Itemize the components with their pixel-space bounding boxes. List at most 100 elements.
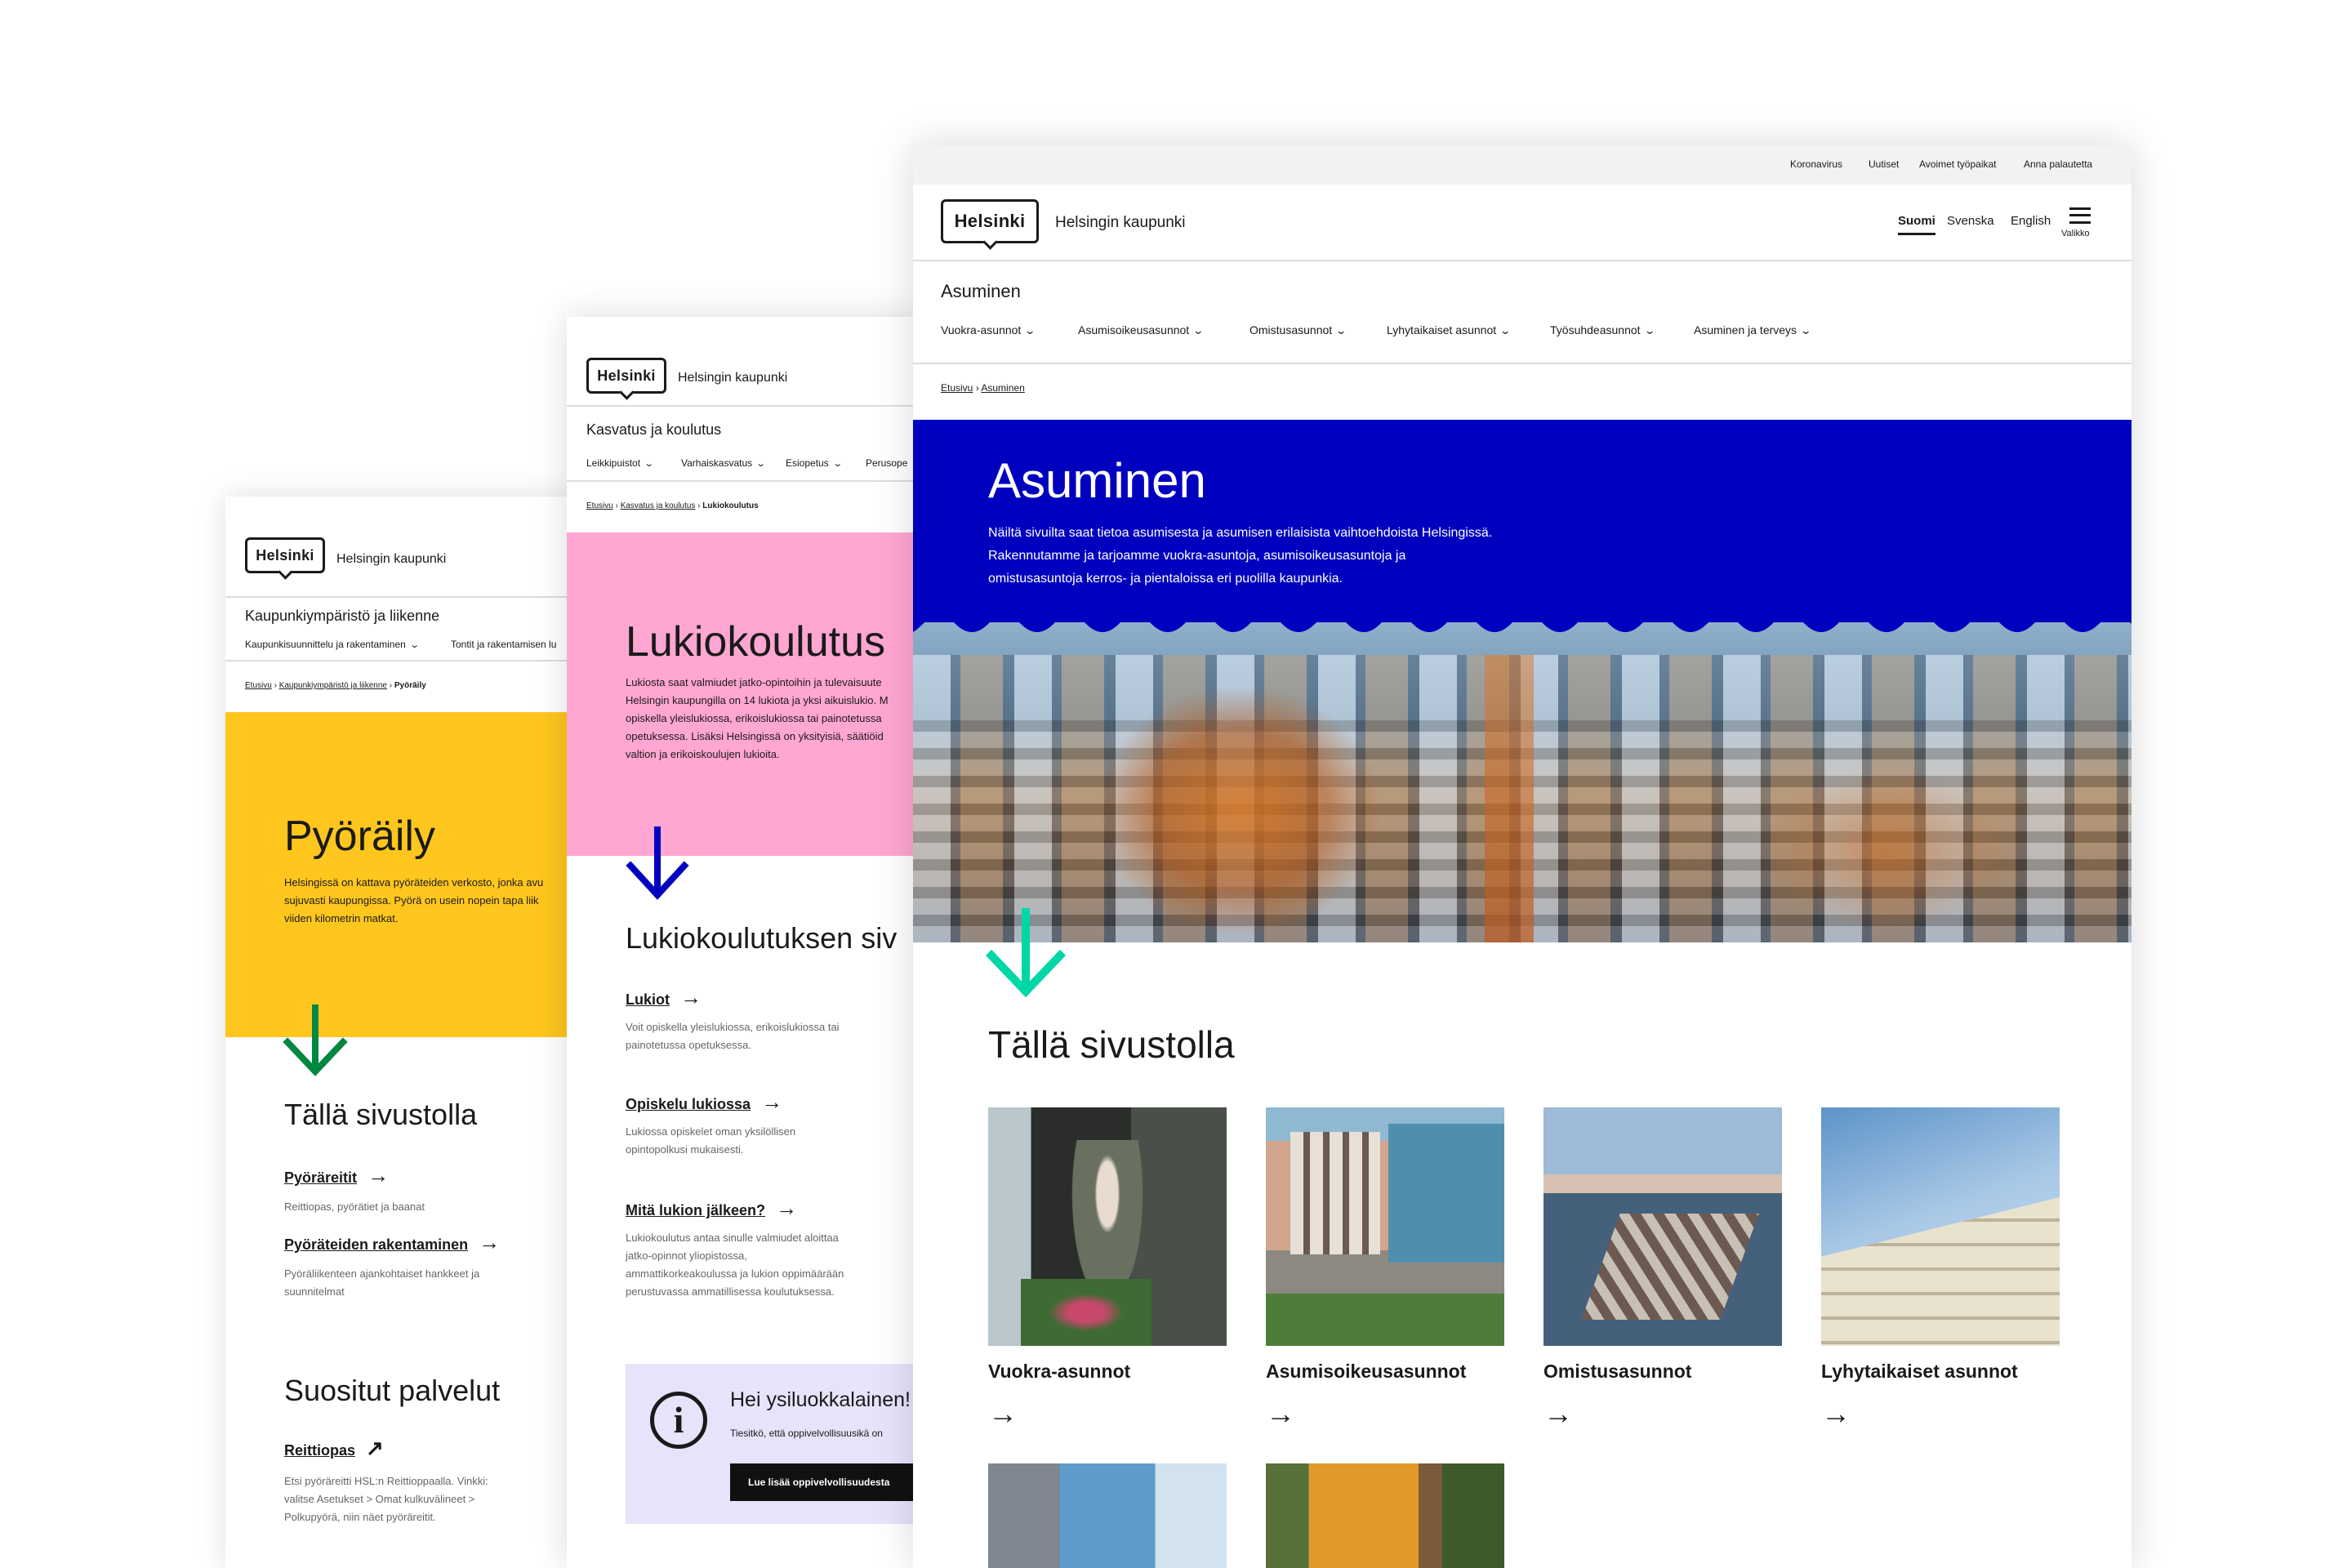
helsinki-logo[interactable]: Helsinki bbox=[245, 537, 325, 573]
helsinki-logo[interactable]: Helsinki bbox=[586, 358, 666, 394]
nav-item[interactable]: Kaupunkisuunnittelu ja rakentaminen ⌄ bbox=[245, 639, 420, 650]
notice-box: i Hei ysiluokkalainen! Tiesitkö, että op… bbox=[626, 1364, 926, 1524]
chevron-down-icon: ⌄ bbox=[1499, 325, 1512, 336]
nav-item[interactable]: Asumisoikeusasunnot ⌄ bbox=[1078, 323, 1205, 336]
breadcrumb-link[interactable]: Kasvatus ja koulutus bbox=[621, 501, 696, 510]
arrow-right-icon[interactable]: → bbox=[1266, 1396, 1295, 1431]
divider bbox=[225, 660, 585, 662]
nav-item[interactable]: Vuokra-asunnot ⌄ bbox=[941, 323, 1037, 336]
top-link[interactable]: Koronavirus bbox=[1790, 158, 1842, 170]
tile-label[interactable]: Vuokra-asunnot bbox=[988, 1361, 1130, 1383]
nav-item[interactable]: Esiopetus ⌄ bbox=[786, 457, 843, 469]
lang-sv[interactable]: Svenska bbox=[1947, 214, 1994, 228]
city-name: Helsingin kaupunki bbox=[336, 552, 447, 566]
nav-label: Omistusasunnot bbox=[1250, 323, 1333, 336]
arrow-right-icon: → bbox=[368, 1163, 390, 1187]
chevron-down-icon: ⌄ bbox=[831, 459, 843, 469]
link-desc: Voit opiskella yleislukiossa, erikoisluk… bbox=[626, 1021, 840, 1033]
hero-banner: Lukiokoulutus Lukiosta saat valmiudet ja… bbox=[567, 532, 926, 856]
link-item[interactable]: Pyöräreitit → bbox=[284, 1163, 389, 1188]
city-name: Helsingin kaupunki bbox=[678, 371, 788, 385]
link-desc: Lukiokoulutus antaa sinulle valmiudet al… bbox=[626, 1232, 839, 1244]
lead-line: omistusasuntoja kerros- ja pientaloissa … bbox=[988, 572, 1343, 586]
nav-item[interactable]: Lyhytaikaiset asunnot ⌄ bbox=[1387, 323, 1512, 336]
arrow-down-icon bbox=[985, 908, 1067, 998]
arrow-down-icon bbox=[626, 826, 689, 900]
chevron-down-icon: ⌄ bbox=[644, 459, 654, 469]
tile-label[interactable]: Lyhytaikaiset asunnot bbox=[1821, 1361, 2018, 1383]
nav-item[interactable]: Työsuhdeasunnot ⌄ bbox=[1550, 323, 1655, 336]
nav-item[interactable]: Tontit ja rakentamisen lu bbox=[451, 639, 556, 650]
section-title[interactable]: Kasvatus ja koulutus bbox=[586, 421, 721, 439]
link-item[interactable]: Pyöräteiden rakentaminen → bbox=[284, 1230, 500, 1255]
nav-label: Kaupunkisuunnittelu ja rakentaminen bbox=[245, 639, 406, 650]
link-desc: jatko-opinnot yliopistossa, bbox=[626, 1250, 747, 1262]
tile-photo-6[interactable] bbox=[1266, 1463, 1504, 1568]
link-desc: opintopolkusi mukaisesti. bbox=[626, 1143, 744, 1156]
page-title: Asuminen bbox=[988, 453, 1206, 508]
chevron-down-icon: ⌄ bbox=[1799, 325, 1812, 336]
lang-en[interactable]: English bbox=[2011, 214, 2051, 228]
breadcrumb-link[interactable]: Etusivu bbox=[941, 382, 973, 394]
tile-photo-lyhytaikaiset[interactable] bbox=[1821, 1107, 2060, 1346]
lead-line: opiskella yleislukiossa, erikoislukiossa… bbox=[626, 712, 882, 724]
page-title: Lukiokoulutus bbox=[626, 618, 885, 666]
read-more-button[interactable]: Lue lisää oppivelvollisuudesta bbox=[730, 1463, 926, 1501]
link-desc: perustuvassa ammatillisessa koulutuksess… bbox=[626, 1285, 835, 1298]
chevron-down-icon: ⌄ bbox=[1024, 325, 1037, 336]
nav-item[interactable]: Varhaiskasvatus ⌄ bbox=[681, 457, 766, 469]
tile-label[interactable]: Asumisoikeusasunnot bbox=[1266, 1361, 1466, 1383]
nav-item[interactable]: Omistusasunnot ⌄ bbox=[1250, 323, 1348, 336]
section-title[interactable]: Kaupunkiympäristö ja liikenne bbox=[245, 608, 439, 625]
arrow-right-icon: → bbox=[776, 1196, 798, 1220]
link-item[interactable]: Reittiopas ↗ bbox=[284, 1436, 384, 1461]
nav-label: Vuokra-asunnot bbox=[941, 323, 1022, 336]
tile-photo-asumisoikeus[interactable] bbox=[1266, 1107, 1504, 1346]
lead-line: opetuksessa. Lisäksi Helsingissä on yksi… bbox=[626, 730, 884, 742]
helsinki-logo[interactable]: Helsinki bbox=[941, 199, 1039, 243]
section-heading: Tällä sivustolla bbox=[284, 1098, 478, 1131]
top-utility-bar: Koronavirus Uutiset Avoimet työpaikat An… bbox=[913, 145, 2132, 185]
tile-photo-5[interactable] bbox=[988, 1463, 1227, 1568]
divider bbox=[567, 405, 926, 407]
section-heading: Lukiokoulutuksen siv bbox=[626, 921, 898, 955]
tile-photo-vuokra[interactable] bbox=[988, 1107, 1227, 1346]
link-item[interactable]: Mitä lukion jälkeen? → bbox=[626, 1196, 797, 1221]
tile-label[interactable]: Omistusasunnot bbox=[1544, 1361, 1691, 1383]
nav-item[interactable]: Leikkipuistot ⌄ bbox=[586, 457, 654, 469]
breadcrumb-current: Lukiokoulutus bbox=[702, 501, 759, 510]
link-desc: ammattikorkeakoulussa ja lukion oppimäär… bbox=[626, 1267, 844, 1280]
breadcrumb-current: Pyöräily bbox=[394, 681, 426, 690]
hamburger-icon bbox=[2069, 207, 2091, 224]
arrow-right-icon[interactable]: → bbox=[1544, 1396, 1573, 1431]
link-label: Pyöräteiden rakentaminen bbox=[284, 1236, 469, 1253]
page-preview-lukiokoulutus: Helsinki Helsingin kaupunki Kasvatus ja … bbox=[567, 317, 926, 1568]
arrow-right-icon[interactable]: → bbox=[1821, 1396, 1851, 1431]
link-label: Opiskelu lukiossa bbox=[626, 1096, 751, 1112]
menu-button[interactable]: Valikko bbox=[2061, 206, 2094, 247]
breadcrumb-link[interactable]: Etusivu bbox=[245, 681, 272, 690]
top-link[interactable]: Anna palautetta bbox=[2024, 158, 2092, 170]
lead-line: Lukiosta saat valmiudet jatko-opintoihin… bbox=[626, 676, 882, 688]
top-link[interactable]: Uutiset bbox=[1869, 158, 1899, 170]
top-link[interactable]: Avoimet työpaikat bbox=[1919, 158, 1997, 170]
link-item[interactable]: Lukiot → bbox=[626, 985, 702, 1010]
breadcrumb-link[interactable]: Kaupunkiympäristö ja liikenne bbox=[279, 681, 387, 690]
breadcrumb-link[interactable]: Etusivu bbox=[586, 501, 613, 510]
link-desc: Lukiossa opiskelet oman yksilöllisen bbox=[626, 1125, 796, 1138]
arrow-right-icon[interactable]: → bbox=[988, 1396, 1018, 1431]
divider bbox=[913, 260, 2132, 261]
nav-item[interactable]: Perusope bbox=[866, 457, 907, 469]
chevron-down-icon: ⌄ bbox=[1335, 325, 1348, 336]
nav-item[interactable]: Asuminen ja terveys ⌄ bbox=[1694, 323, 1812, 336]
nav-label: Varhaiskasvatus bbox=[681, 457, 753, 469]
lang-fi[interactable]: Suomi bbox=[1898, 214, 1936, 235]
divider bbox=[913, 363, 2132, 364]
tile-photo-omistus[interactable] bbox=[1544, 1107, 1782, 1346]
external-link-icon: ↗ bbox=[366, 1436, 384, 1460]
section-heading: Tällä sivustolla bbox=[988, 1023, 1235, 1066]
section-title[interactable]: Asuminen bbox=[941, 281, 1021, 302]
breadcrumb-current[interactable]: Asuminen bbox=[981, 382, 1024, 394]
link-item[interactable]: Opiskelu lukiossa → bbox=[626, 1089, 782, 1115]
hero-city-photo bbox=[913, 622, 2132, 942]
